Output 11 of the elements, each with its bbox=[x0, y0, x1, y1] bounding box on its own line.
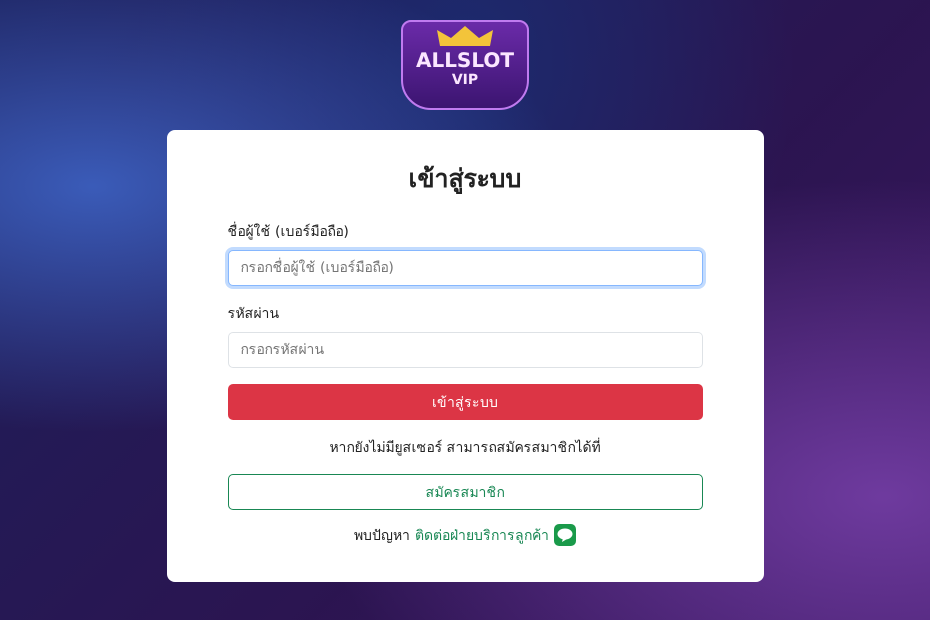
login-title: เข้าสู่ระบบ bbox=[408, 163, 522, 196]
register-button[interactable]: สมัครสมาชิก bbox=[228, 474, 702, 510]
support-link[interactable]: ติดต่อฝ่ายบริการลูกค้า bbox=[415, 524, 549, 546]
help-text: พบปัญหา bbox=[354, 527, 410, 546]
field-label: ชื่อผู้ใช้ (เบอร์มือถือ) bbox=[228, 220, 702, 242]
input-field[interactable]: กรอกชื่อผู้ใช้ (เบอร์มือถือ) bbox=[228, 250, 702, 286]
register-note: หากยังไม่มียูสเซอร์ สามารถสมัครสมาชิกได้ที่ bbox=[228, 436, 702, 458]
logo-drawing: ALLSLOT VIP bbox=[401, 20, 529, 110]
chat-bubble-icon[interactable] bbox=[554, 524, 576, 546]
login-button[interactable]: เข้าสู่ระบบ bbox=[228, 384, 702, 420]
field-label: รหัสผ่าน bbox=[228, 305, 280, 324]
